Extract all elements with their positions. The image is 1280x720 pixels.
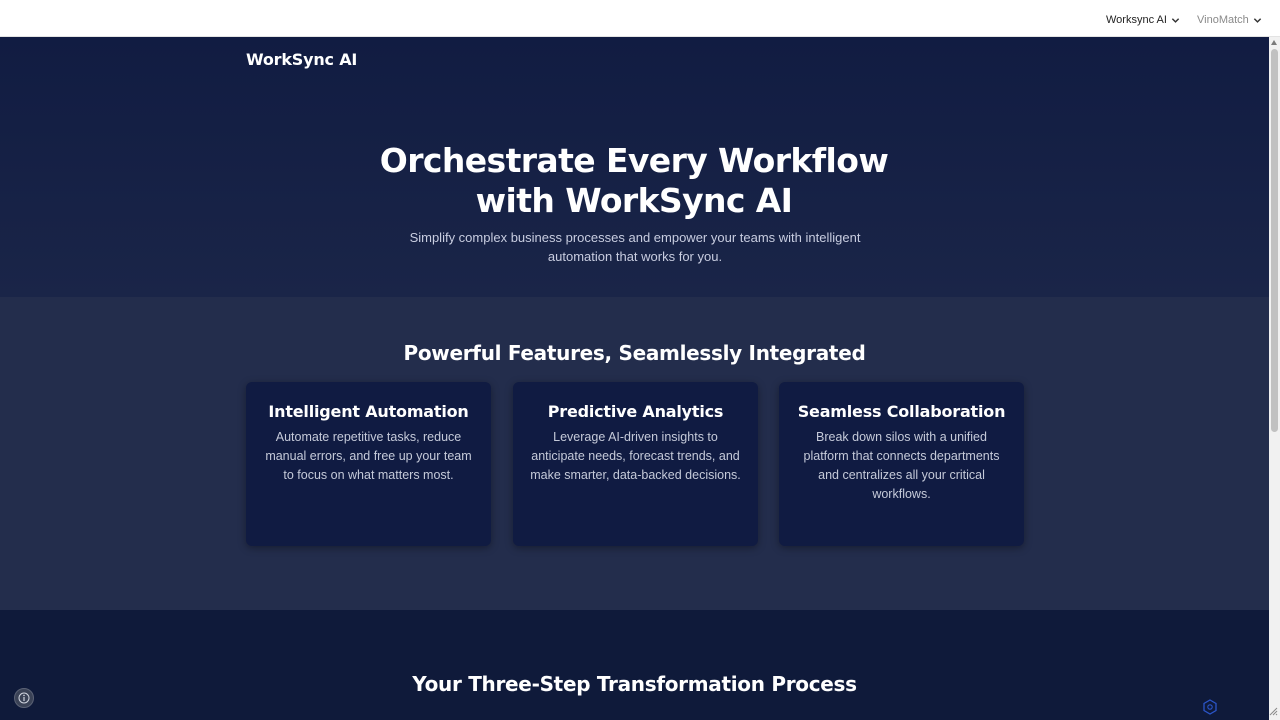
feature-card-text: Automate repetitive tasks, reduce manual… [265, 430, 472, 482]
hero-title-line-1: Orchestrate Every Workflow [379, 141, 889, 180]
feature-card-analytics: Predictive Analytics Leverage AI-driven … [513, 382, 758, 546]
feature-card-text: Leverage AI-driven insights to anticipat… [530, 430, 741, 482]
nav-dropdown-worksync[interactable]: Worksync AI [1106, 11, 1180, 29]
feature-card-title: Intelligent Automation [268, 402, 469, 421]
feature-card-text: Break down silos with a unified platform… [803, 430, 1000, 501]
info-icon [18, 692, 30, 704]
page-content: WorkSync AI Orchestrate Every Workflow w… [0, 37, 1269, 720]
nav-dropdown-label: VinoMatch [1197, 14, 1249, 26]
nav-dropdown-label: Worksync AI [1106, 14, 1167, 26]
feature-card-automation: Intelligent Automation Automate repetiti… [246, 382, 491, 546]
hero-subtitle: Simplify complex business processes and … [409, 230, 861, 264]
hero-section: WorkSync AI Orchestrate Every Workflow w… [0, 37, 1269, 297]
brand-logo-text[interactable]: WorkSync AI [246, 50, 357, 69]
scroll-thumb[interactable] [1271, 49, 1278, 432]
feature-card-title: Predictive Analytics [547, 402, 724, 421]
top-navigation-bar: Worksync AI VinoMatch [0, 0, 1280, 37]
process-section: Your Three-Step Transformation Process [0, 610, 1269, 720]
hexagon-logo-icon[interactable] [1202, 699, 1218, 715]
resize-grip-icon [1269, 707, 1278, 716]
chevron-down-icon [1171, 17, 1180, 23]
info-button[interactable] [14, 688, 34, 708]
process-heading: Your Three-Step Transformation Process [412, 672, 857, 696]
vertical-scrollbar[interactable] [1269, 37, 1280, 720]
hero-title: Orchestrate Every Workflow with WorkSync… [334, 141, 934, 221]
hero-title-line-2: with WorkSync AI [475, 181, 793, 220]
features-section: Powerful Features, Seamlessly Integrated… [0, 297, 1269, 610]
feature-card-collaboration: Seamless Collaboration Break down silos … [779, 382, 1024, 546]
feature-card-title: Seamless Collaboration [797, 402, 1006, 421]
chevron-down-icon [1253, 17, 1261, 23]
scroll-up-arrow-icon[interactable] [1271, 40, 1277, 45]
features-heading: Powerful Features, Seamlessly Integrated [403, 341, 866, 365]
nav-dropdown-vinomatch[interactable]: VinoMatch [1197, 11, 1262, 29]
